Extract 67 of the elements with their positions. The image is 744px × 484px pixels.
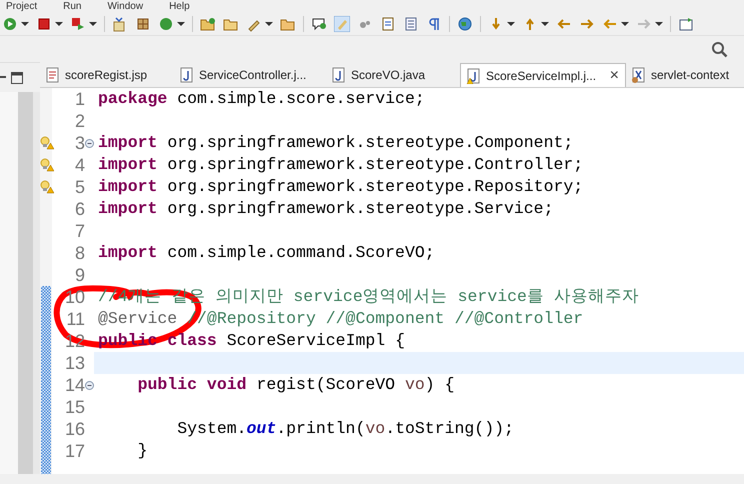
line-number: 2 <box>74 110 85 132</box>
warning-lightbulb-icon[interactable] <box>40 136 54 150</box>
jsp-file-icon <box>45 67 60 83</box>
document-icon[interactable] <box>380 16 396 32</box>
comment-icon[interactable] <box>311 16 327 32</box>
warning-lightbulb-icon[interactable] <box>40 180 54 194</box>
line-number: 14 <box>64 374 85 396</box>
menu-item[interactable]: Run <box>63 1 82 12</box>
java-file-icon <box>331 67 346 83</box>
code-line: import org.springframework.stereotype.Component; <box>98 132 574 154</box>
line-number: 6 <box>74 198 85 220</box>
java-file-icon <box>179 67 194 83</box>
tab-label: ScoreServiceImpl.j... <box>486 68 596 84</box>
line-number: 13 <box>64 352 85 374</box>
line-number: 9 <box>74 264 85 286</box>
code-line: System.out.println(vo.toString()); <box>176 418 514 440</box>
globe-icon[interactable] <box>457 16 473 32</box>
code-line: } <box>136 440 148 462</box>
list-icon[interactable] <box>403 16 419 32</box>
line-number: 5 <box>74 176 85 198</box>
run-external-icon[interactable] <box>70 16 86 32</box>
open-folder-icon[interactable] <box>200 16 216 32</box>
run-icon[interactable] <box>2 16 18 32</box>
code-line: import org.springframework.stereotype.Repository; <box>98 176 584 198</box>
menu-item[interactable]: Project <box>6 1 38 12</box>
tab-label: ServiceController.j... <box>199 67 306 84</box>
line-number: 7 <box>74 220 85 242</box>
dropdown-arrow-icon[interactable] <box>655 22 663 26</box>
close-icon[interactable]: × <box>610 64 619 87</box>
editor-tab[interactable]: ScoreServiceImpl.j... × <box>460 63 626 87</box>
line-number: 16 <box>64 418 85 440</box>
line-number: 1 <box>74 88 85 110</box>
code-line: import com.simple.command.ScoreVO; <box>98 242 435 264</box>
line-number: 15 <box>64 396 85 418</box>
xml-file-icon <box>631 67 646 83</box>
line-number: 3 <box>74 132 85 154</box>
code-line: public void regist(ScoreVO vo) { <box>136 374 455 396</box>
dropdown-arrow-icon[interactable] <box>21 22 29 26</box>
code-line: import org.springframework.stereotype.Controller; <box>98 154 584 176</box>
dropdown-arrow-icon[interactable] <box>55 22 63 26</box>
collapse-icon[interactable] <box>85 138 94 148</box>
stop-icon[interactable] <box>36 16 52 32</box>
dropdown-arrow-icon[interactable] <box>177 22 185 26</box>
code-line: import org.springframework.stereotype.Service; <box>98 198 554 220</box>
open-perspective-icon[interactable] <box>678 16 694 32</box>
package-icon[interactable] <box>135 16 151 32</box>
minimize-icon[interactable] <box>0 76 6 80</box>
menu-item[interactable]: Window <box>107 1 144 12</box>
line-number: 17 <box>64 440 85 462</box>
collapse-icon[interactable] <box>85 380 94 390</box>
code-line: package com.simple.score.service; <box>98 88 425 110</box>
maximize-icon[interactable] <box>11 72 23 84</box>
line-number: 11 <box>65 308 85 330</box>
java-file-warning-icon <box>466 68 481 84</box>
tab-label: ScoreVO.java <box>351 67 426 84</box>
tab-label: scoreRegist.jsp <box>65 67 148 84</box>
search-icon[interactable] <box>711 40 728 58</box>
line-number: 8 <box>74 242 85 264</box>
dropdown-arrow-icon[interactable] <box>265 22 273 26</box>
dropdown-arrow-icon[interactable] <box>507 22 515 26</box>
line-number: 4 <box>74 154 85 176</box>
dropdown-arrow-icon[interactable] <box>541 22 549 26</box>
dropdown-arrow-icon[interactable] <box>89 22 97 26</box>
warning-lightbulb-icon[interactable] <box>40 158 54 172</box>
menu-item[interactable]: Help <box>169 1 190 12</box>
dropdown-arrow-icon[interactable] <box>621 22 629 26</box>
tab-label: servlet-context <box>651 67 730 84</box>
